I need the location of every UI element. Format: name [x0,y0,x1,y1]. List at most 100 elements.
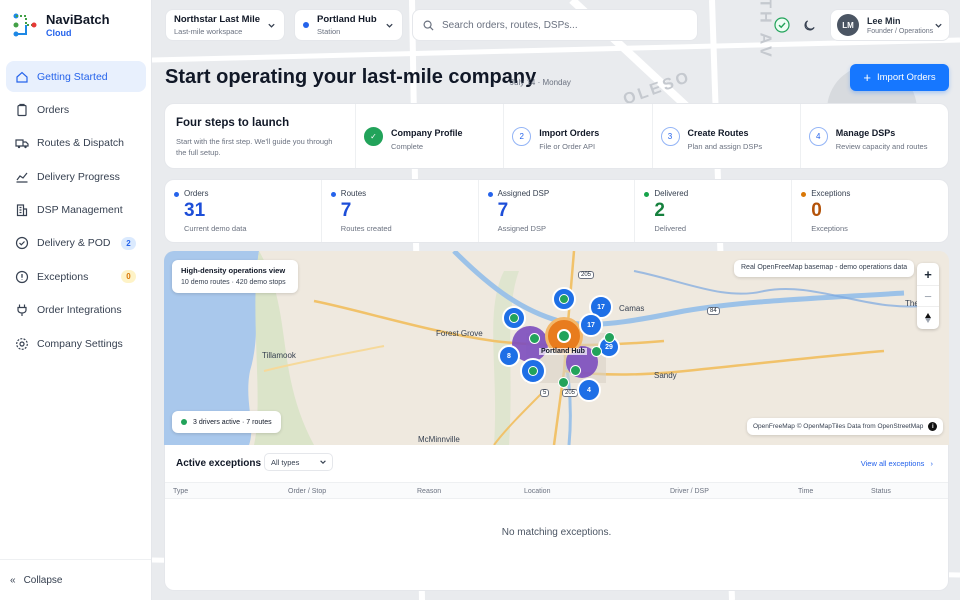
collapse-button[interactable]: « Collapse [10,575,62,586]
plus-icon: + [863,70,871,85]
driver-marker[interactable] [604,332,615,343]
place-label: Tillamook [262,351,296,360]
sidebar-item-routes-dispatch[interactable]: Routes & Dispatch [6,128,146,159]
cluster-marker[interactable]: 4 [577,378,601,402]
stat-dot [644,192,650,197]
stat-subtitle: Routes created [340,224,392,233]
search-placeholder: Search orders, routes, DSPs... [442,19,578,31]
launch-step[interactable]: 3 Create Routes Plan and assign DSPs [651,104,800,168]
view-all-exceptions-link[interactable]: View all exceptions › [861,459,933,468]
search-input[interactable]: Search orders, routes, DSPs... [412,9,698,41]
chevron-down-icon [268,23,275,28]
sidebar-item-exceptions[interactable]: Exceptions 0 [6,261,146,292]
cluster-marker[interactable]: 17 [579,313,603,337]
steps-description: Start with the first step. We'll guide y… [176,137,333,157]
brand-name: NaviBatch [46,12,110,27]
page-date: July 14 · Monday [510,78,571,87]
stat-subtitle: Current demo data [184,224,247,233]
chevron-right-icon: › [930,459,934,468]
cluster-marker[interactable] [552,287,576,311]
step-subtitle: File or Order API [539,142,596,151]
station-sub: Station [317,27,341,36]
station-selector[interactable]: Portland Hub Station [294,9,403,41]
stat-value: 0 [811,200,822,221]
map-overlay-title: High-density operations view [181,266,286,275]
cluster-marker[interactable] [520,358,546,384]
basemap-note: Real OpenFreeMap basemap - demo operatio… [734,260,915,277]
driver-marker[interactable] [570,365,581,376]
place-label: McMinnville [418,435,460,444]
clipboard-icon [15,103,29,117]
driver-marker[interactable] [529,333,540,344]
stat-value: 31 [184,200,206,221]
sidebar-item-label: Routes & Dispatch [37,137,124,150]
sidebar-item-dsp-management[interactable]: DSP Management [6,195,146,226]
sidebar-item-label: Order Integrations [37,304,122,317]
info-icon[interactable]: i [928,422,938,431]
column-header[interactable]: Location [524,488,550,495]
stat-tile[interactable]: Orders 31 Current demo data [165,180,321,242]
launch-step[interactable]: 2 Import Orders File or Order API [503,104,651,168]
workspace-sub: Last-mile workspace [174,27,243,36]
truck-icon [15,136,29,150]
sidebar-item-orders[interactable]: Orders [6,94,146,125]
import-orders-button[interactable]: + Import Orders [850,64,949,91]
place-label: Sandy [654,371,677,380]
driver-marker[interactable] [558,377,569,388]
zoom-in-button[interactable]: + [917,263,939,285]
stat-value: 2 [654,200,665,221]
stat-tile[interactable]: Routes 7 Routes created [320,180,478,242]
column-header[interactable]: Type [173,488,188,495]
stat-label: Delivered [654,189,689,198]
stat-dot [330,192,336,197]
top-bar: Northstar Last Mile Last-mile workspace … [152,0,960,50]
collapse-label: Collapse [23,575,63,586]
import-orders-label: Import Orders [876,72,936,83]
theme-toggle-button[interactable] [800,16,818,34]
column-header[interactable]: Order / Stop [288,488,326,495]
step-number: 2 [512,127,532,146]
column-header[interactable]: Driver / DSP [670,488,709,495]
launch-step[interactable]: 4 Manage DSPs Review capacity and routes [799,104,948,168]
stat-tile[interactable]: Exceptions 0 Exceptions [791,180,948,242]
check-icon: ✓ [364,127,383,146]
sidebar-item-delivery-pod[interactable]: Delivery & POD 2 [6,228,146,259]
sidebar-item-delivery-progress[interactable]: Delivery Progress [6,161,146,192]
sidebar-item-order-integrations[interactable]: Order Integrations [6,295,146,326]
compass-button[interactable] [917,307,939,329]
sidebar-item-label: Orders [37,103,70,116]
sidebar-item-label: Company Settings [37,337,123,350]
stat-tile[interactable]: Delivered 2 Delivered [634,180,791,242]
stat-value: 7 [497,200,509,221]
filter-value: All types [271,457,300,467]
user-menu[interactable]: LM Lee Min Founder / Operations [830,9,950,41]
status-ok-button[interactable] [773,16,791,34]
sidebar-item-label: DSP Management [37,204,123,217]
column-header[interactable]: Status [871,488,891,495]
plug-icon [15,303,29,317]
step-title: Create Routes [687,128,749,138]
sidebar-item-getting-started[interactable]: Getting Started [6,61,146,92]
workspace-selector[interactable]: Northstar Last Mile Last-mile workspace [165,9,285,41]
home-icon [15,70,29,84]
drivers-status-pill: 3 drivers active · 7 routes [172,411,281,433]
sidebar-item-company-settings[interactable]: Company Settings [6,328,146,359]
step-subtitle: Review capacity and routes [835,142,928,151]
driver-marker[interactable] [591,346,602,357]
chart-line-icon [15,170,29,184]
cluster-marker[interactable] [502,306,526,330]
alert-circle-icon [15,270,29,284]
place-label: Forest Grove [436,329,483,338]
zoom-out-button[interactable]: − [917,285,939,307]
launch-step[interactable]: ✓ Company Profile Complete [355,104,503,168]
step-title: Manage DSPs [835,128,896,138]
stat-tile[interactable]: Assigned DSP 7 Assigned DSP [477,180,635,242]
column-header[interactable]: Time [798,488,813,495]
stat-subtitle: Exceptions [811,224,848,233]
operations-map[interactable]: Forest Grove Tillamook Camas Sandy McMin… [164,251,949,445]
exception-type-filter[interactable]: All types [264,453,333,471]
brand[interactable]: NaviBatch Cloud [12,12,110,38]
stat-dot [174,192,179,197]
cluster-marker[interactable]: 8 [498,345,520,367]
column-header[interactable]: Reason [417,488,441,495]
